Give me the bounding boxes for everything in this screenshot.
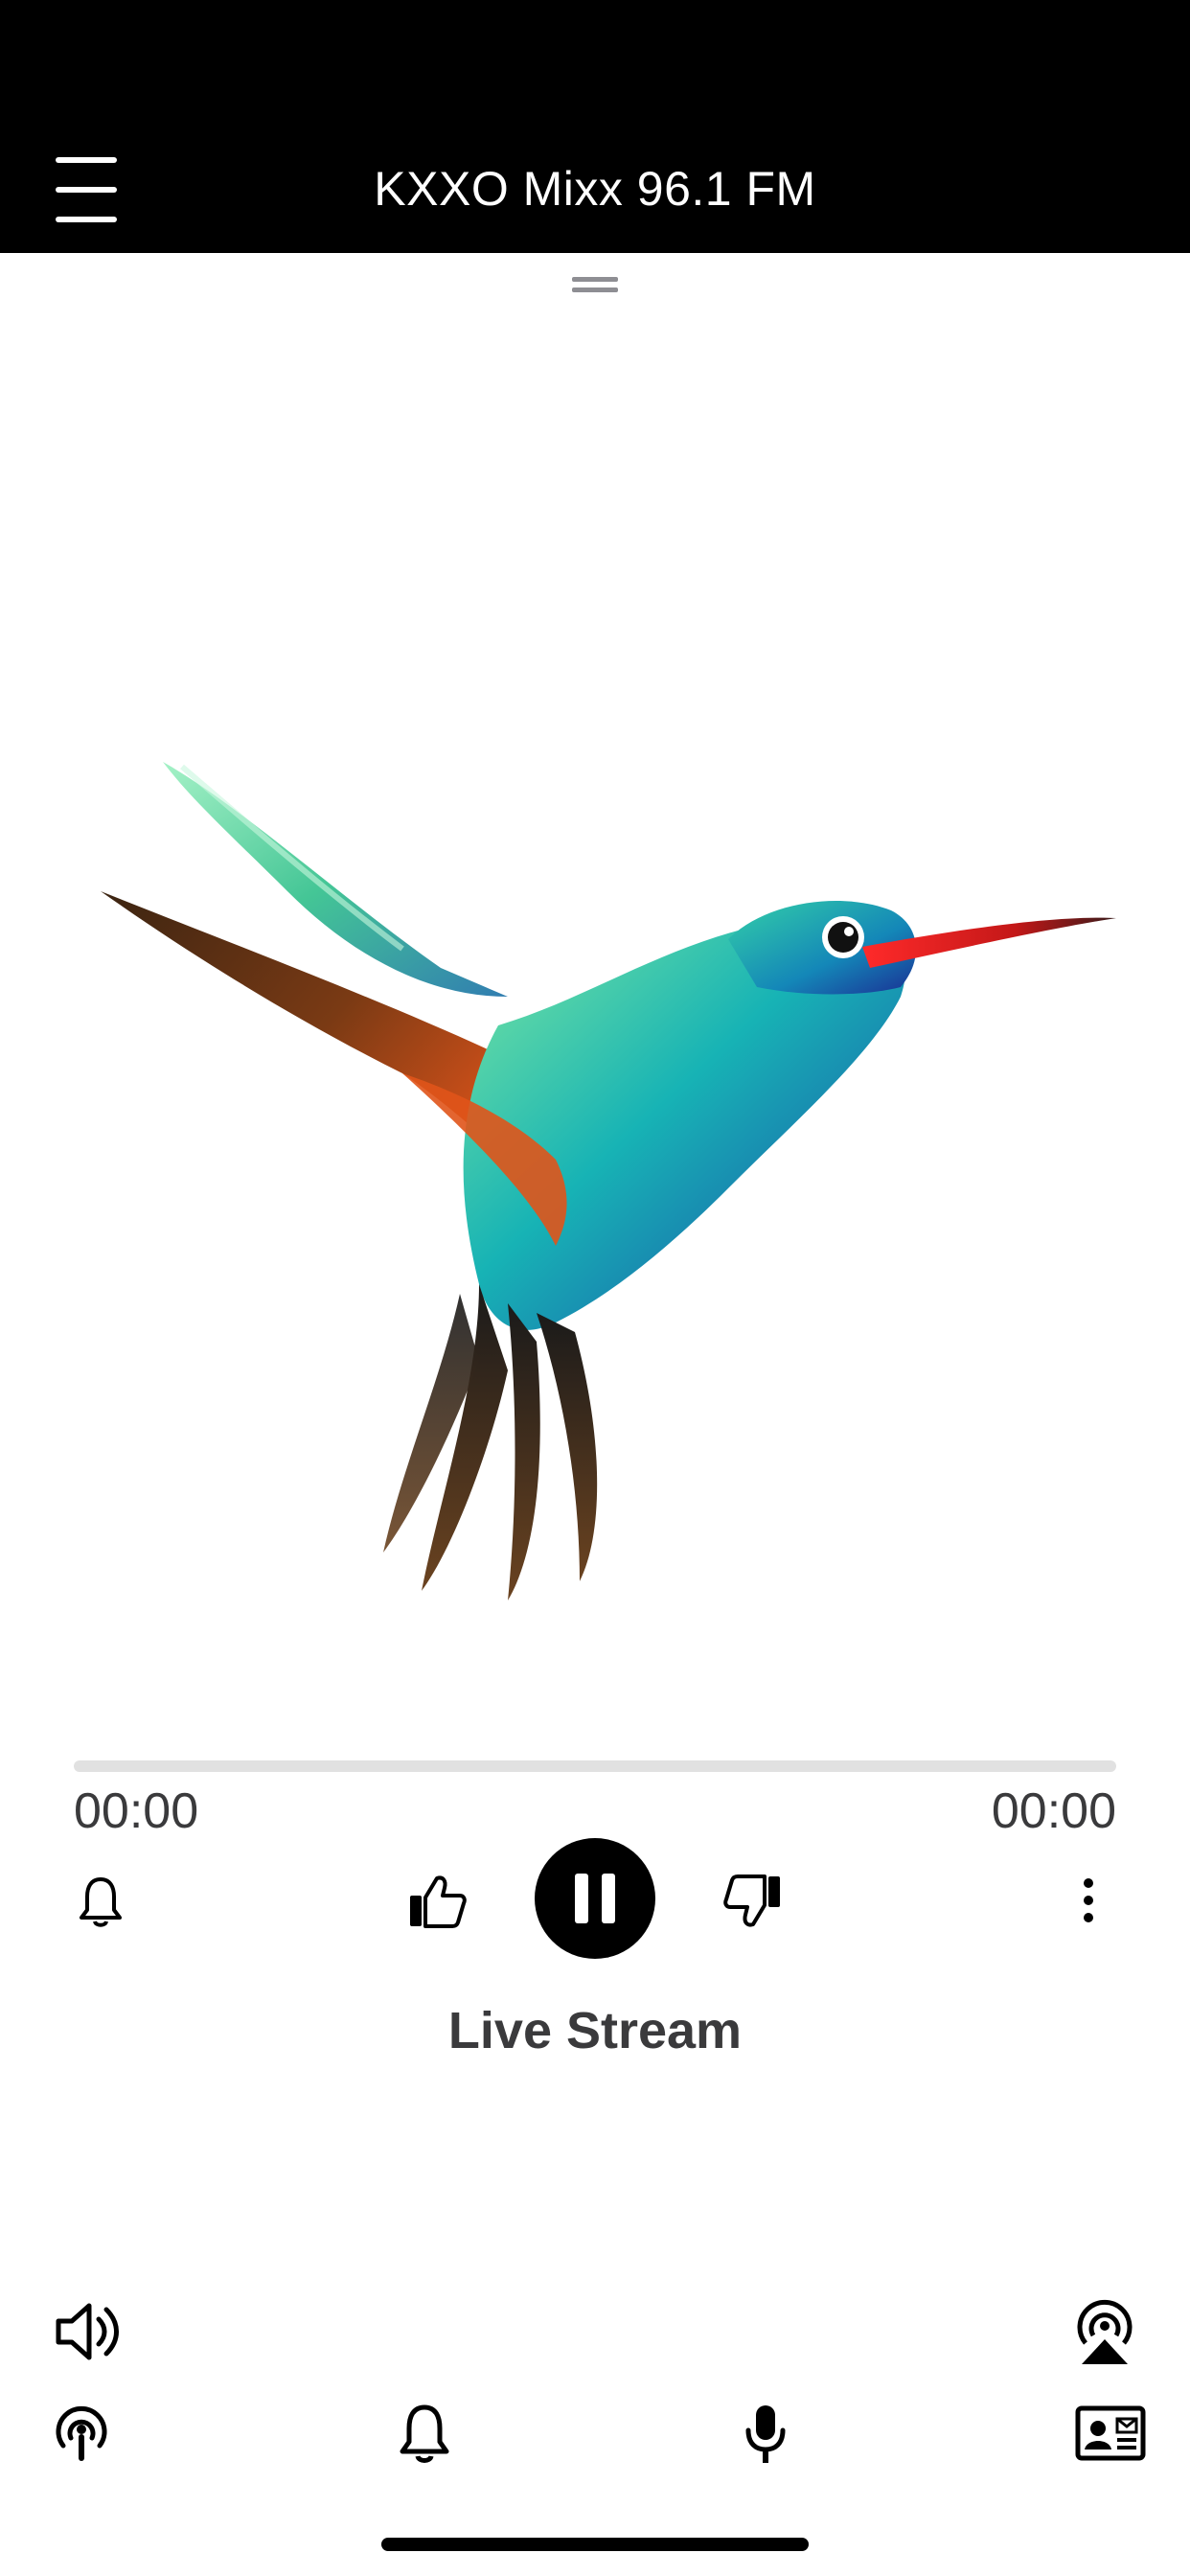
podcast-broadcast-icon [56,2405,107,2461]
thumbs-up-icon [410,1875,467,1928]
alarm-bell-button[interactable] [69,1871,132,1934]
drag-handle-line [572,288,618,292]
top-bar: KXXO Mixx 96.1 FM [0,125,1190,253]
thumbs-down-icon [723,1874,780,1927]
album-artwork-hummingbird [101,762,1116,1600]
bell-icon [400,2404,449,2463]
tab-contact[interactable] [1071,2394,1150,2472]
airplay-icon [1077,2299,1133,2364]
menu-line [56,217,117,222]
stream-label: Live Stream [447,2002,743,2059]
airplay-button[interactable] [1065,2292,1144,2371]
dislike-button[interactable] [719,1867,788,1936]
elapsed-time: 00:00 [74,1783,199,1839]
total-time: 00:00 [991,1783,1116,1839]
microphone-icon [745,2405,786,2463]
like-button[interactable] [402,1867,471,1936]
volume-button[interactable] [50,2292,128,2371]
vertical-ellipsis-icon [1084,1878,1093,1922]
progress-bar[interactable] [74,1760,1116,1772]
station-title: KXXO Mixx 96.1 FM [374,162,816,216]
home-indicator [381,2538,809,2551]
play-pause-button[interactable] [535,1838,655,1959]
pause-icon [575,1874,615,1923]
status-bar [0,0,1190,125]
speaker-volume-icon [56,2303,119,2360]
contact-card-icon [1075,2405,1146,2461]
tab-podcast[interactable] [42,2394,121,2472]
drag-handle[interactable] [572,277,618,296]
drag-handle-line [572,277,618,282]
tab-alerts[interactable] [385,2394,464,2472]
bell-icon [80,1877,122,1927]
tab-microphone[interactable] [726,2394,805,2472]
more-options-button[interactable] [1065,1869,1111,1932]
